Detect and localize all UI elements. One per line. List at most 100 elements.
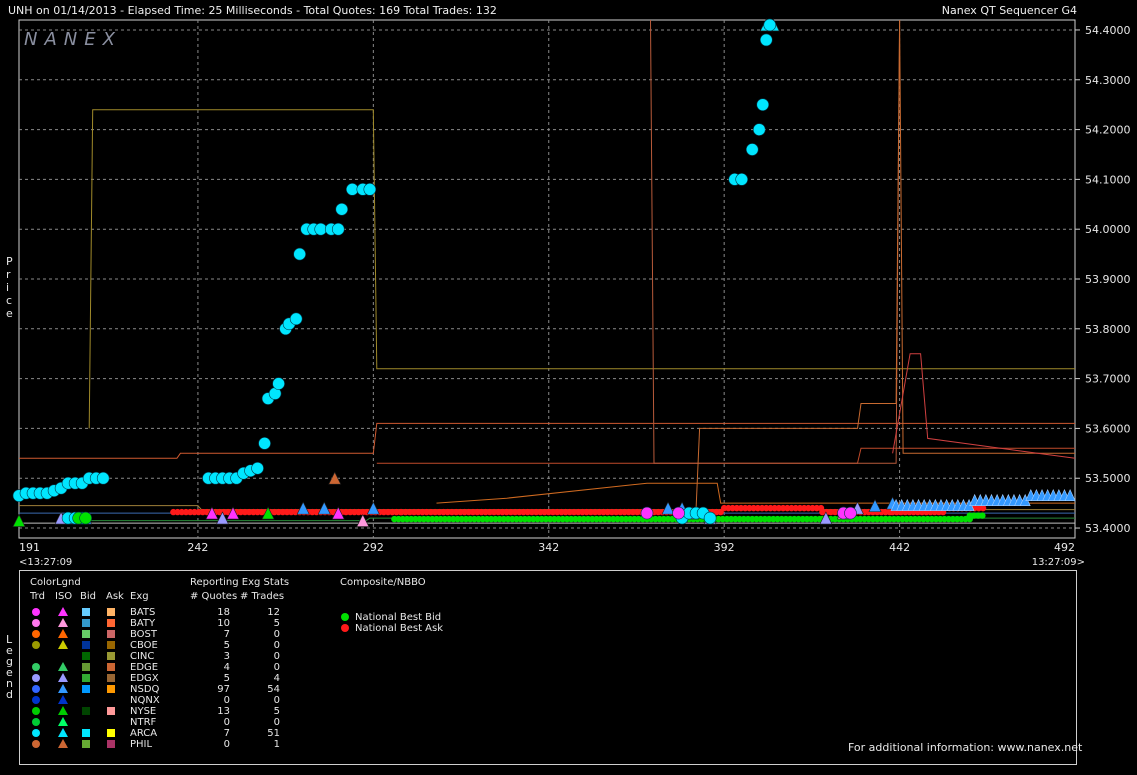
x-tick-label: 242 <box>187 541 208 554</box>
legend-bid-swatch <box>82 740 90 748</box>
y-axis-title-char: i <box>6 281 10 294</box>
legend-ask-swatch <box>107 663 115 671</box>
legend-exchange-name: NYSE <box>130 706 157 717</box>
trade-point[interactable] <box>844 506 857 520</box>
y-tick-label: 53.7000 <box>1085 373 1131 386</box>
trade-point[interactable] <box>79 511 92 525</box>
trade-point[interactable] <box>272 377 285 390</box>
legend-side-title-char: d <box>6 688 13 701</box>
y-axis-title-char: r <box>6 268 11 281</box>
legend-bid-swatch <box>82 663 90 671</box>
legend-trade-marker <box>32 718 40 726</box>
trade-point[interactable] <box>752 123 766 136</box>
trade-point[interactable] <box>363 183 377 196</box>
legend-quote-count: 0 <box>223 717 230 728</box>
legend-bid-swatch <box>82 630 90 638</box>
legend-iso-marker <box>58 695 68 704</box>
price-chart[interactable]: NANEX 53.4000 53.5000 53.6000 53.7000 53.8000… <box>0 0 1137 570</box>
legend-bid-swatch <box>82 707 90 715</box>
legend-ask-swatch <box>107 729 115 737</box>
legend-iso-marker <box>58 607 68 616</box>
trade-point[interactable] <box>331 222 345 236</box>
legend-quote-count: 5 <box>223 673 230 684</box>
col-exg-header: Exg <box>130 591 149 602</box>
trade-point[interactable] <box>756 98 770 111</box>
legend-trade-count: 0 <box>273 717 280 728</box>
nbbo-bid-point <box>979 512 986 519</box>
trade-point[interactable] <box>258 437 271 450</box>
legend-quote-count: 3 <box>223 651 230 662</box>
y-axis-title-char: P <box>6 255 13 268</box>
legend-trade-marker <box>32 696 40 704</box>
trade-point[interactable] <box>640 506 654 520</box>
trade-point[interactable] <box>745 143 759 156</box>
col-trades-header: # Trades <box>240 591 285 602</box>
composite-title: Composite/NBBO <box>340 577 426 588</box>
x-tick-label: 442 <box>889 541 910 554</box>
y-tick-label: 53.8000 <box>1085 323 1131 336</box>
nanex-watermark: NANEX <box>24 29 122 50</box>
x-tick-label: 342 <box>538 541 559 554</box>
legend-ask-swatch <box>107 619 115 627</box>
trade-point[interactable] <box>96 471 110 485</box>
legend-trade-marker <box>32 608 40 616</box>
y-tick-label: 53.6000 <box>1085 422 1131 435</box>
trade-point[interactable] <box>314 222 328 236</box>
legend-quote-count: 0 <box>223 695 230 706</box>
trade-point[interactable] <box>251 461 264 475</box>
legend-exchange-name: ARCA <box>130 728 158 739</box>
legend-quote-count: 10 <box>217 618 230 629</box>
y-tick-label: 54.0000 <box>1085 223 1131 236</box>
legend-quote-count: 0 <box>223 739 230 750</box>
legend-ask-swatch <box>107 608 115 616</box>
legend-bid-swatch <box>82 619 90 627</box>
legend-trade-marker <box>32 685 40 693</box>
legend-trade-marker <box>32 641 40 649</box>
legend-exchange-name: CBOE <box>130 640 158 651</box>
legend-panel: ColorLgnd Reporting Exg Stats Composite/… <box>19 570 1082 765</box>
trade-point[interactable] <box>289 312 303 326</box>
legend-trade-marker <box>32 740 40 748</box>
trade-point[interactable] <box>293 247 306 261</box>
legend-quote-count: 13 <box>217 706 230 717</box>
legend-exchange-name: EDGE <box>130 662 159 673</box>
legend-ask-swatch <box>107 685 115 693</box>
legend-trade-marker <box>32 707 40 715</box>
legend-exchange-name: PHIL <box>130 739 153 750</box>
legend-iso-marker <box>58 618 68 627</box>
trade-point[interactable] <box>703 511 717 525</box>
legend-iso-marker <box>58 673 68 682</box>
footer-link-text: For additional information: www.nanex.ne… <box>848 741 1083 754</box>
trade-point[interactable] <box>335 202 349 216</box>
trade-point[interactable] <box>672 506 685 520</box>
col-iso-header: ISO <box>55 591 73 602</box>
legend-quote-count: 7 <box>223 728 230 739</box>
x-tick-label: 191 <box>19 541 40 554</box>
y-tick-label: 54.3000 <box>1085 74 1131 87</box>
legend-iso-marker <box>58 728 68 737</box>
legend-iso-marker <box>58 717 68 726</box>
col-quotes-header: # Quotes <box>190 591 238 602</box>
legend-trade-marker <box>32 630 40 638</box>
col-trd-header: Trd <box>30 591 45 602</box>
legend-iso-marker <box>58 629 68 638</box>
legend-trade-count: 54 <box>267 684 280 695</box>
y-tick-label: 53.4000 <box>1085 522 1131 535</box>
legend-ask-swatch <box>107 740 115 748</box>
y-tick-label: 53.9000 <box>1085 273 1131 286</box>
trade-point[interactable] <box>735 173 749 186</box>
trade-point[interactable] <box>345 183 359 196</box>
trade-point[interactable] <box>759 33 773 47</box>
legend-iso-marker <box>58 684 68 693</box>
x-tick-label: 492 <box>1054 541 1075 554</box>
legend-iso-marker <box>58 739 68 748</box>
composite-label: National Best Bid <box>355 612 442 623</box>
y-tick-label: 54.2000 <box>1085 124 1131 137</box>
legend-ask-swatch <box>107 641 115 649</box>
y-tick-label: 54.4000 <box>1085 24 1131 37</box>
y-tick-label: 54.1000 <box>1085 173 1131 186</box>
legend-quote-count: 7 <box>223 629 230 640</box>
y-axis-title-char: c <box>6 294 13 307</box>
trade-point[interactable] <box>763 18 777 32</box>
legend-bid-swatch <box>82 685 90 693</box>
